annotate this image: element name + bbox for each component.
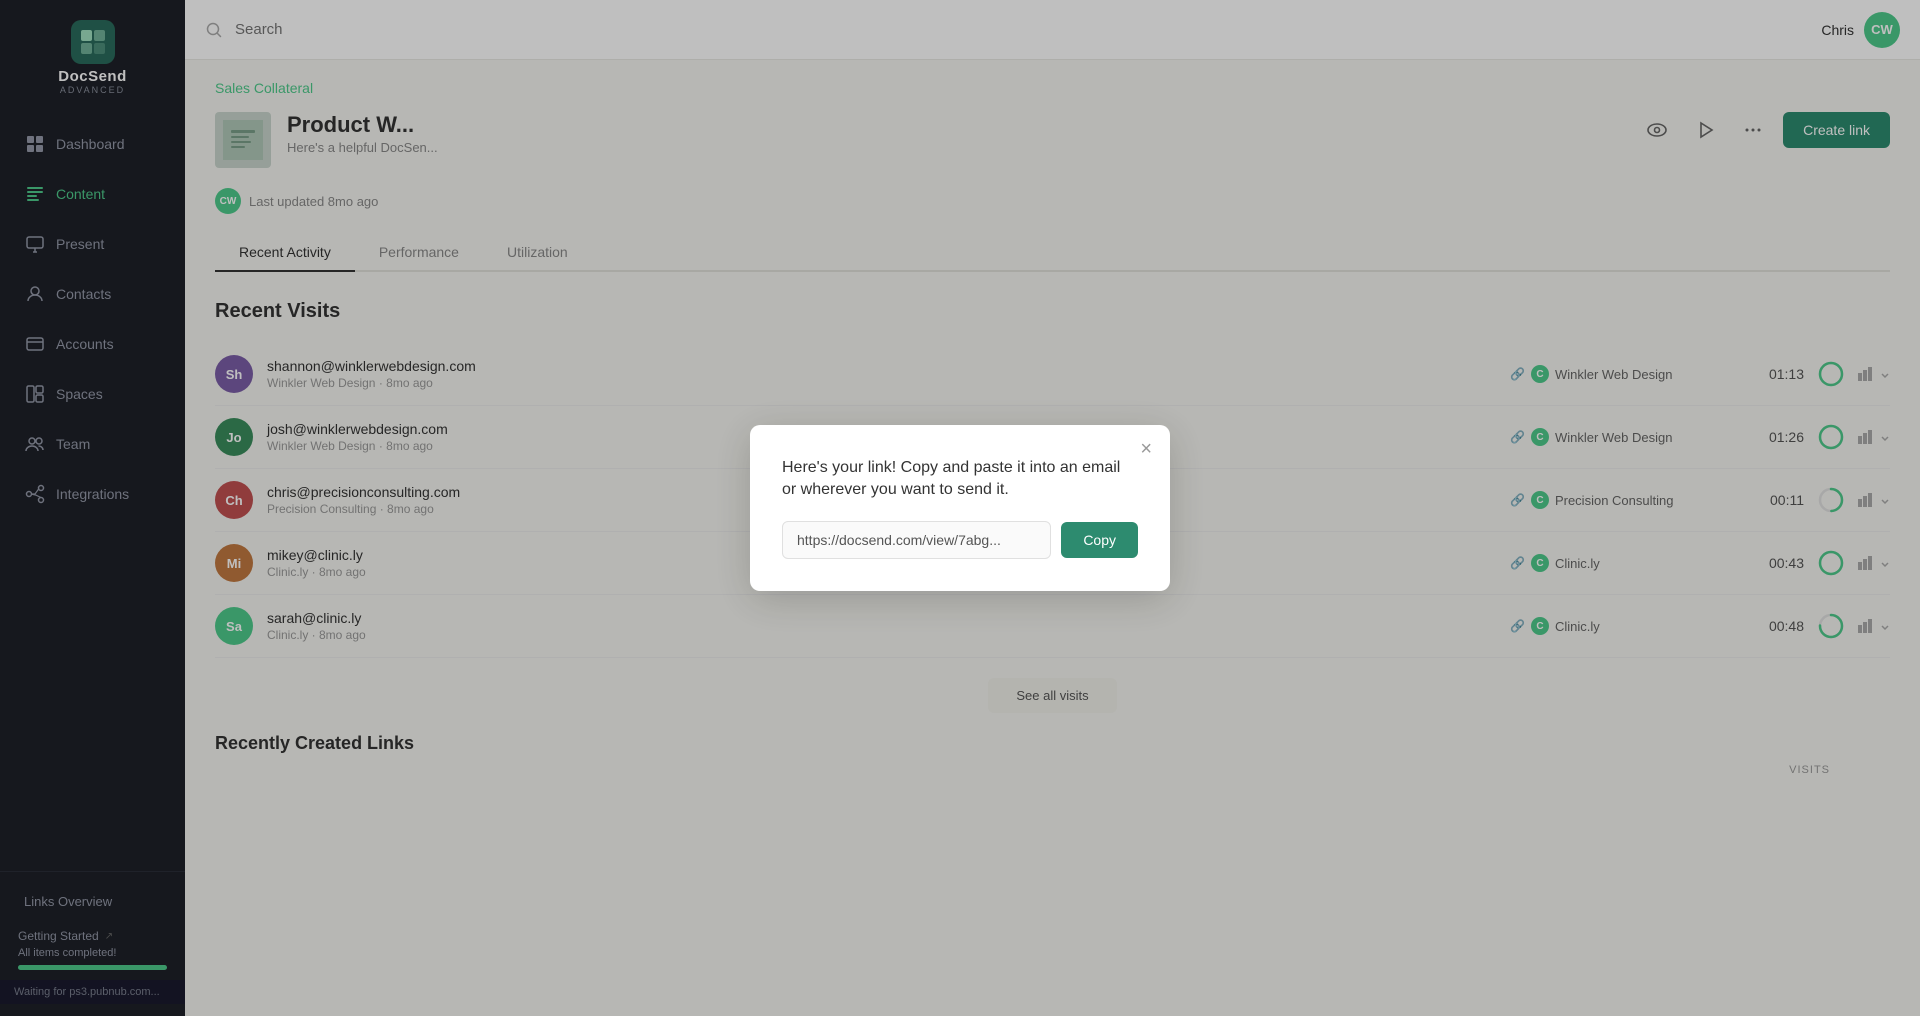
modal-overlay[interactable]: × Here's your link! Copy and paste it in… [0, 0, 1920, 1016]
modal-copy-button[interactable]: Copy [1061, 522, 1138, 558]
modal-title: Here's your link! Copy and paste it into… [782, 457, 1138, 502]
modal-link-input[interactable] [782, 521, 1051, 559]
copy-link-modal: × Here's your link! Copy and paste it in… [750, 425, 1170, 592]
modal-link-row: Copy [782, 521, 1138, 559]
modal-close-button[interactable]: × [1140, 439, 1152, 459]
